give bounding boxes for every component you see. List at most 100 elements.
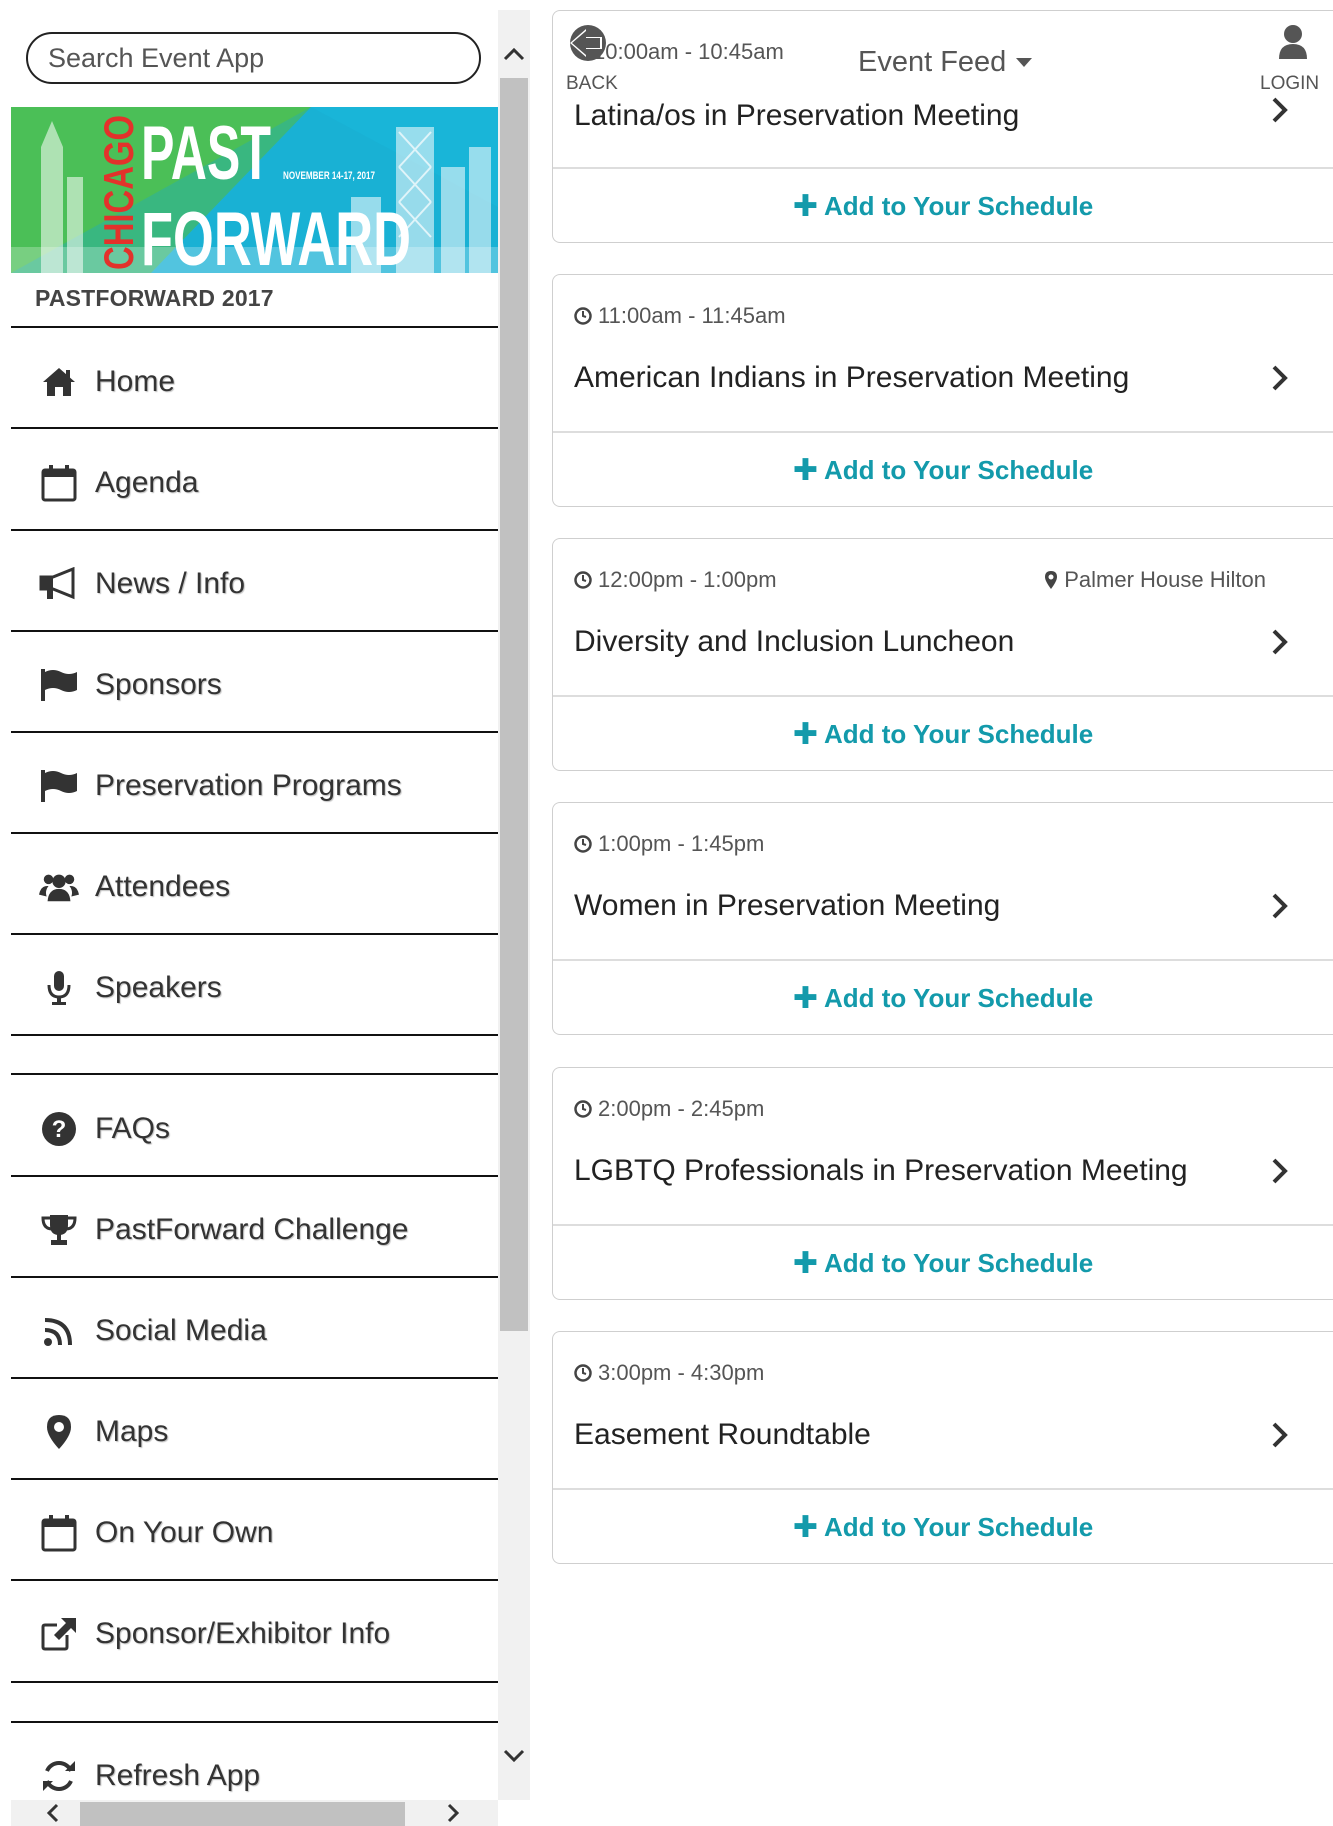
session-title: LGBTQ Professionals in Preservation Meet… — [574, 1154, 1188, 1187]
add-to-schedule-button[interactable]: ✚ Add to Your Schedule — [553, 169, 1333, 243]
home-icon — [39, 362, 79, 402]
session-title: Latina/os in Preservation Meeting — [574, 99, 1020, 132]
svg-text:?: ? — [52, 1116, 67, 1143]
add-to-schedule-button[interactable]: ✚ Add to Your Schedule — [553, 433, 1333, 507]
chevron-right-icon[interactable] — [1267, 625, 1293, 659]
nav-item-agenda[interactable]: Agenda — [11, 433, 498, 533]
nav-label: Agenda — [95, 466, 199, 499]
divider — [11, 933, 498, 935]
session-card[interactable]: 2:00pm - 2:45pm LGBTQ Professionals in P… — [552, 1067, 1333, 1300]
event-feed-dropdown[interactable]: Event Feed — [858, 46, 1033, 79]
session-title: Easement Roundtable — [574, 1418, 871, 1451]
event-feed: 10:00am - 10:45am Latina/os in Preservat… — [552, 0, 1333, 1826]
clock-icon — [574, 1100, 592, 1118]
plus-icon: ✚ — [792, 981, 818, 1015]
session-card[interactable]: 10:00am - 10:45am Latina/os in Preservat… — [552, 10, 1333, 243]
session-title: American Indians in Preservation Meeting — [574, 361, 1130, 394]
divider — [11, 427, 498, 429]
scroll-right-icon[interactable] — [440, 1800, 466, 1826]
scroll-left-icon[interactable] — [40, 1800, 66, 1826]
divider — [11, 1175, 498, 1177]
clock-icon — [574, 307, 592, 325]
nav-label: Speakers — [95, 971, 222, 1004]
clock-icon — [574, 835, 592, 853]
plus-icon: ✚ — [792, 1246, 818, 1280]
chevron-right-icon[interactable] — [1267, 93, 1293, 127]
nav-item-home[interactable]: Home — [11, 332, 498, 432]
session-card[interactable]: 12:00pm - 1:00pm Palmer House Hilton Div… — [552, 538, 1333, 771]
nav-label: FAQs — [95, 1112, 171, 1145]
nav-item-sponsor-exhibitor-info[interactable]: Sponsor/Exhibitor Info — [11, 1584, 498, 1684]
nav-item-pastforward-challenge[interactable]: PastForward Challenge — [11, 1180, 498, 1280]
chevron-right-icon[interactable] — [1267, 361, 1293, 395]
chevron-right-icon[interactable] — [1267, 889, 1293, 923]
map-marker-icon — [39, 1412, 79, 1452]
megaphone-icon — [39, 564, 79, 604]
plus-icon: ✚ — [792, 717, 818, 751]
refresh-icon — [39, 1756, 79, 1796]
scroll-down-icon[interactable] — [500, 1742, 528, 1770]
sidebar: CHICAGO PAST FORWARD NOVEMBER 14-17, 201… — [0, 0, 498, 1826]
caret-down-icon — [1016, 57, 1033, 67]
nav-item-faqs[interactable]: ? FAQs — [11, 1079, 498, 1179]
add-to-schedule-label: Add to Your Schedule — [823, 982, 1094, 1013]
session-time-text: 2:00pm - 2:45pm — [598, 1096, 765, 1121]
plus-icon: ✚ — [792, 1510, 818, 1544]
nav-label: Maps — [95, 1415, 169, 1448]
divider — [11, 1721, 498, 1723]
add-to-schedule-button[interactable]: ✚ Add to Your Schedule — [553, 697, 1333, 771]
divider — [11, 326, 498, 328]
add-to-schedule-button[interactable]: ✚ Add to Your Schedule — [553, 1226, 1333, 1300]
session-title: Women in Preservation Meeting — [574, 889, 1001, 922]
search-input[interactable] — [26, 32, 481, 84]
nav-item-social-media[interactable]: Social Media — [11, 1281, 498, 1381]
nav-item-speakers[interactable]: Speakers — [11, 938, 498, 1038]
user-icon — [1279, 25, 1307, 59]
add-to-schedule-button[interactable]: ✚ Add to Your Schedule — [553, 961, 1333, 1035]
plus-icon: ✚ — [792, 453, 818, 487]
add-to-schedule-label: Add to Your Schedule — [823, 1247, 1094, 1278]
search-box — [26, 32, 481, 84]
nav-item-preservation-programs[interactable]: Preservation Programs — [11, 736, 498, 836]
banner-word-past: PAST — [141, 111, 271, 196]
add-to-schedule-label: Add to Your Schedule — [823, 454, 1094, 485]
session-card[interactable]: 3:00pm - 4:30pm Easement Roundtable ✚ Ad… — [552, 1331, 1333, 1564]
chevron-right-icon[interactable] — [1267, 1418, 1293, 1452]
horizontal-scrollbar-thumb[interactable] — [80, 1802, 405, 1826]
vertical-scrollbar-thumb[interactable] — [500, 78, 528, 1331]
banner-image: CHICAGO PAST FORWARD NOVEMBER 14-17, 201… — [11, 107, 498, 273]
divider — [11, 1681, 498, 1683]
session-card[interactable]: 11:00am - 11:45am American Indians in Pr… — [552, 274, 1333, 507]
nav-label: Home — [95, 365, 176, 398]
divider — [11, 832, 498, 834]
session-time: 2:00pm - 2:45pm — [574, 1096, 764, 1122]
question-circle-icon: ? — [39, 1109, 79, 1149]
add-to-schedule-button[interactable]: ✚ Add to Your Schedule — [553, 1490, 1333, 1564]
session-time-text: 12:00pm - 1:00pm — [598, 567, 777, 592]
nav-item-on-your-own[interactable]: On Your Own — [11, 1483, 498, 1583]
divider — [11, 1579, 498, 1581]
nav-item-sponsors[interactable]: Sponsors — [11, 635, 498, 735]
scroll-up-icon[interactable] — [500, 40, 528, 68]
banner-dates: NOVEMBER 14-17, 2017 — [283, 170, 375, 182]
nav-item-news[interactable]: News / Info — [11, 534, 498, 634]
nav-item-attendees[interactable]: Attendees — [11, 837, 498, 937]
divider — [11, 529, 498, 531]
session-time: 11:00am - 11:45am — [574, 303, 786, 329]
arrow-left-icon — [570, 25, 606, 61]
session-card[interactable]: 1:00pm - 1:45pm Women in Preservation Me… — [552, 802, 1333, 1035]
nav-label: News / Info — [95, 567, 246, 600]
divider — [11, 1377, 498, 1379]
login-label: LOGIN — [1260, 73, 1320, 94]
back-label: BACK — [566, 73, 618, 94]
nav-label: Sponsor/Exhibitor Info — [95, 1617, 391, 1650]
users-icon — [39, 867, 79, 907]
divider — [11, 1073, 498, 1075]
nav-label: On Your Own — [95, 1516, 274, 1549]
nav-item-maps[interactable]: Maps — [11, 1382, 498, 1482]
add-to-schedule-label: Add to Your Schedule — [823, 718, 1094, 749]
chevron-right-icon[interactable] — [1267, 1154, 1293, 1188]
session-time-text: 3:00pm - 4:30pm — [598, 1360, 765, 1385]
calendar-icon — [39, 1513, 79, 1553]
divider — [11, 731, 498, 733]
